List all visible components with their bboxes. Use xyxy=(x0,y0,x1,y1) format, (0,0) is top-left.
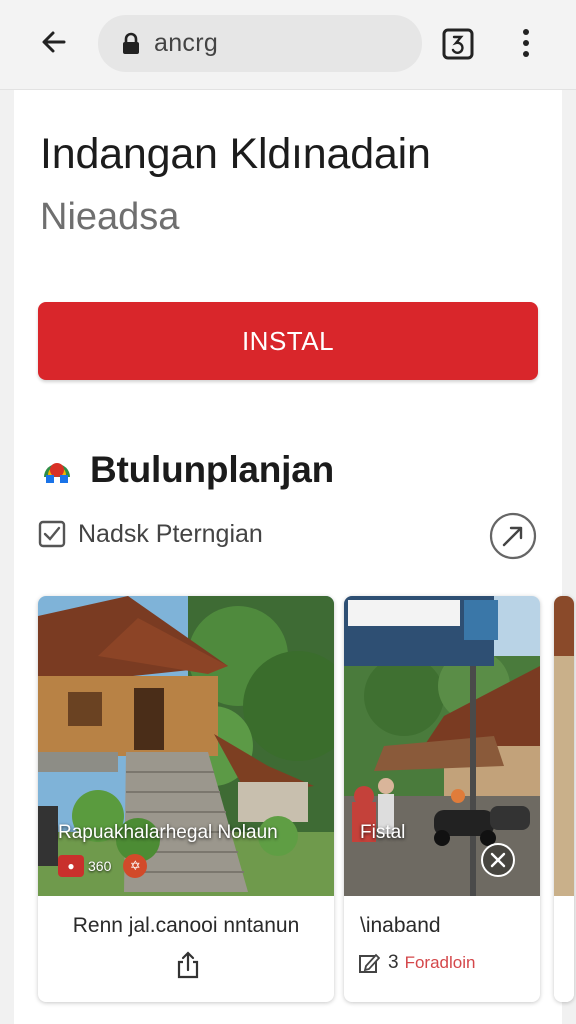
card-image xyxy=(554,596,574,1002)
brand-logo-icon xyxy=(40,453,74,487)
emblem-icon: ✡ xyxy=(123,854,148,878)
tab-switcher-button[interactable] xyxy=(440,26,476,62)
checkbox-label: Nadsk Pterngian xyxy=(78,519,263,548)
address-bar[interactable]: ancrg xyxy=(98,15,422,72)
meta-tag: Foradloin xyxy=(404,953,476,972)
share-arrow-icon[interactable] xyxy=(489,512,537,560)
media-card[interactable]: Fistal \inaband 3 Foradloin xyxy=(344,596,540,1002)
url-text: ancrg xyxy=(154,29,219,57)
arrow-left-icon xyxy=(42,31,66,53)
browser-toolbar: ancrg xyxy=(0,0,576,90)
share-icon[interactable] xyxy=(174,950,202,980)
section-header: Btulunplanjan xyxy=(38,446,334,494)
app-title: Indangan Kldınadain xyxy=(40,130,431,178)
card-overlay-title: Rapuakhalarhegal Nolaun xyxy=(58,822,278,843)
reaction-badge-icon: ● xyxy=(58,855,84,877)
card-caption: \inaband xyxy=(360,914,441,937)
more-menu-button[interactable] xyxy=(512,26,540,62)
edit-icon[interactable] xyxy=(358,952,380,974)
meta-count: 3 xyxy=(388,952,399,973)
app-subtitle: Nieadsa xyxy=(40,196,180,238)
back-button[interactable] xyxy=(32,22,76,62)
section-title: Btulunplanjan xyxy=(90,449,335,490)
card-caption: Renn jal.canooi nntanun xyxy=(72,914,300,937)
media-card-partial[interactable] xyxy=(554,596,574,1002)
more-vert-icon xyxy=(523,29,529,57)
install-button[interactable]: INSTAL xyxy=(38,302,538,380)
checkbox-icon[interactable] xyxy=(38,520,66,548)
card-badges: ● 360 ✡ xyxy=(58,854,148,878)
card-overlay-title: Fistal xyxy=(360,822,406,843)
tab-switcher-icon xyxy=(442,28,474,60)
badge-count: 360 xyxy=(88,858,112,874)
card-meta: 3 Foradloin xyxy=(358,952,475,974)
lock-icon xyxy=(120,31,142,57)
dismiss-icon[interactable] xyxy=(480,842,516,878)
card-image xyxy=(38,596,334,896)
checkbox-row[interactable]: Nadsk Pterngian xyxy=(38,514,263,554)
page-content: Indangan Kldınadain Nieadsa INSTAL Btulu… xyxy=(14,90,574,1024)
media-card[interactable]: Rapuakhalarhegal Nolaun ● 360 ✡ Renn jal… xyxy=(38,596,334,1002)
